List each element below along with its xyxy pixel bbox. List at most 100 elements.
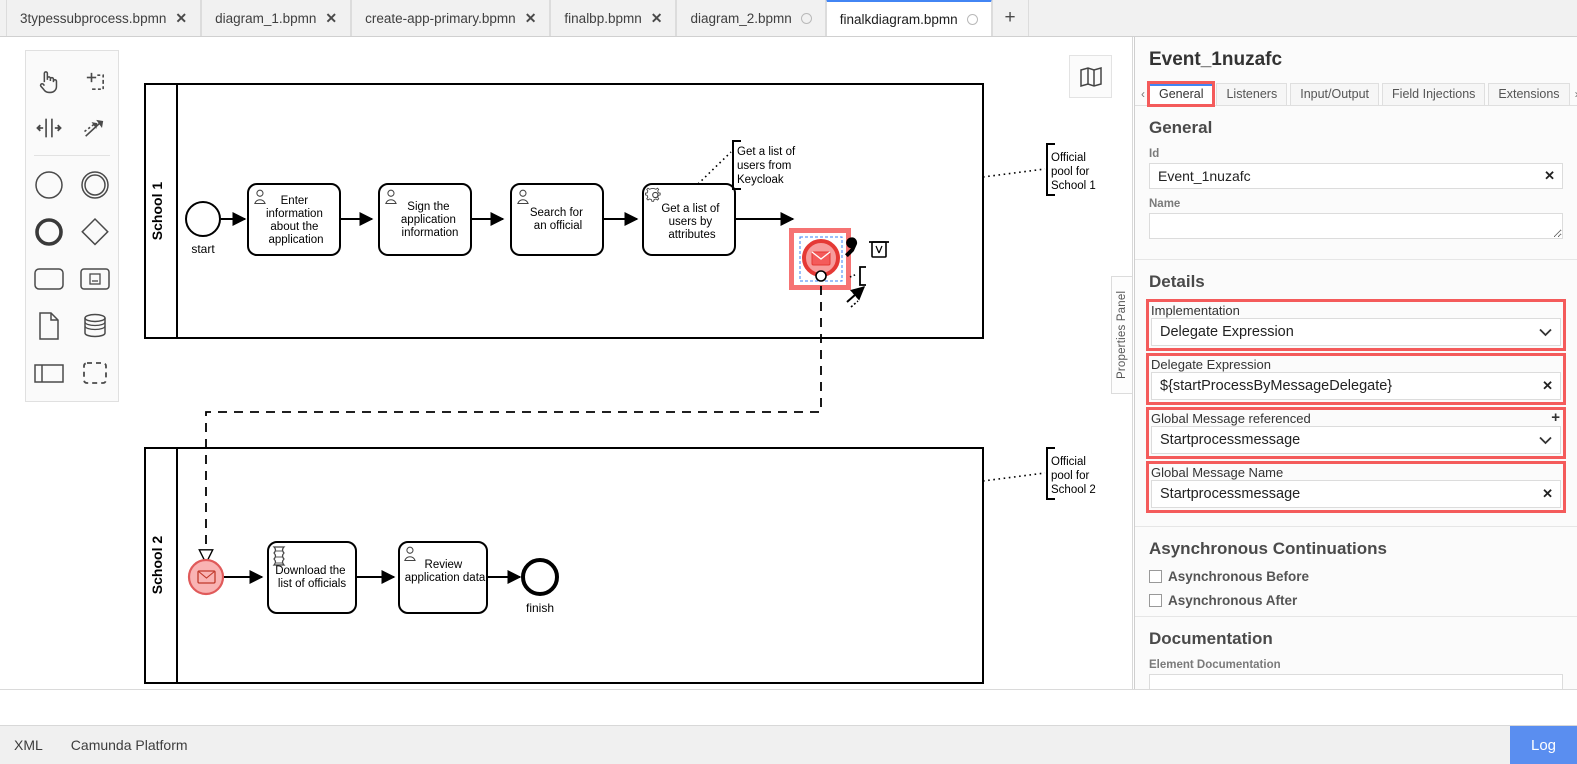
section-async-continuations: Asynchronous Continuations Asynchronous … [1135,527,1577,617]
bpmn-canvas[interactable]: School 1 start Enter information about t… [0,37,1133,689]
editor-tab-5-active[interactable]: finalkdiagram.bpmn [826,0,992,36]
async-before-checkbox[interactable] [1149,570,1162,583]
task-search-official: Search for an official [511,184,603,255]
async-after-row[interactable]: Asynchronous After [1149,593,1563,608]
editor-tab-1[interactable]: diagram_1.bpmn ✕ [201,0,351,36]
svg-text:Get a list of users: Get a list of users from Keycloak [737,146,798,186]
xml-tab-button[interactable]: XML [0,726,57,764]
task-review-application-data: Review application data [399,542,487,613]
field-global-message-ref-label: Global Message referenced [1151,411,1311,426]
subprocess-collapsed-icon[interactable] [72,255,118,302]
field-name-label: Name [1149,198,1563,210]
tab-field-injections[interactable]: Field Injections [1382,83,1485,105]
svg-text:Official pool for: Official pool for School 1 [1051,152,1096,192]
task-sign-application: Sign the application information [379,184,471,255]
text-annotation-icon [850,267,866,285]
svg-text:School 1: School 1 [149,182,165,241]
tabs-prev-icon[interactable]: ‹ [1139,87,1149,105]
svg-text:start: start [191,242,215,256]
group-icon[interactable] [72,349,118,396]
svg-text:School 2: School 2 [149,536,165,595]
field-name: Name [1149,198,1563,242]
svg-text:finish: finish [526,601,554,615]
id-input[interactable] [1149,163,1563,189]
editor-tab-3[interactable]: finalbp.bpmn ✕ [550,0,676,36]
editor-tab-4[interactable]: diagram_2.bpmn [676,0,825,36]
editor-tab-0[interactable]: 3typessubprocess.bpmn ✕ [6,0,201,36]
section-async-heading: Asynchronous Continuations [1149,539,1563,559]
editor-tab-label: create-app-primary.bpmn [365,11,516,26]
field-delegate-expression-highlight: Delegate Expression ✕ [1149,356,1563,402]
camunda-platform-button[interactable]: Camunda Platform [57,726,202,764]
unsaved-dot-icon[interactable] [801,13,812,24]
section-details: Details Implementation Delegate Expressi… [1135,260,1577,527]
tab-input-output[interactable]: Input/Output [1290,83,1379,105]
page-title: Event_1nuzafc [1135,37,1577,79]
intermediate-event-icon[interactable] [72,161,118,208]
task-icon[interactable] [26,255,72,302]
data-store-icon[interactable] [72,302,118,349]
space-tool-icon[interactable] [26,104,72,151]
bottom-spacer [0,689,1577,725]
global-message-name-input[interactable] [1151,480,1561,508]
name-input[interactable] [1149,213,1563,239]
field-global-message-ref-highlight: Global Message referenced + Startprocess… [1149,410,1563,456]
implementation-select[interactable]: Delegate Expression [1151,318,1561,346]
field-element-documentation: Element Documentation [1149,659,1563,689]
global-message-ref-select[interactable]: Startprocessmessage [1151,426,1561,454]
context-pad [845,237,889,307]
tab-listeners[interactable]: Listeners [1216,83,1287,105]
properties-panel-toggle[interactable]: Properties Panel [1111,276,1132,394]
close-icon[interactable]: ✕ [651,11,663,25]
async-after-checkbox[interactable] [1149,594,1162,607]
properties-panel: Event_1nuzafc ‹ General Listeners Input/… [1134,37,1577,689]
lasso-tool-icon[interactable] [72,57,118,104]
bpmn-modeler-window: 3typessubprocess.bpmn ✕ diagram_1.bpmn ✕… [0,0,1577,764]
tab-general[interactable]: General [1149,83,1213,105]
new-tab-button[interactable]: + [992,0,1029,36]
editor-tab-label: finalkdiagram.bpmn [840,12,958,27]
svg-text:Search for an offici: Search for an official [530,207,586,232]
svg-text:Get a list of users: Get a list of users by attributes [661,203,722,241]
data-object-icon[interactable] [26,302,72,349]
field-implementation-label: Implementation [1151,303,1240,318]
participant-icon[interactable] [26,349,72,396]
tab-extensions[interactable]: Extensions [1488,83,1569,105]
message-start-event-school2 [189,560,223,594]
clear-id-icon[interactable]: ✕ [1544,167,1555,185]
field-implementation-highlight: Implementation Delegate Expression [1149,302,1563,348]
add-global-message-button[interactable]: + [1551,411,1560,424]
field-id-label: Id [1149,148,1563,160]
editor-tab-2[interactable]: create-app-primary.bpmn ✕ [351,0,550,36]
start-event-school1: start [186,202,220,256]
bpmn-palette[interactable] [25,50,119,402]
hand-tool-icon[interactable] [26,57,72,104]
start-event-icon[interactable] [26,161,72,208]
clear-delegate-expression-icon[interactable]: ✕ [1542,377,1553,395]
task-enter-information: Enter information about the application [248,184,340,255]
close-icon[interactable]: ✕ [175,11,187,25]
global-connect-tool-icon[interactable] [72,104,118,151]
unsaved-dot-icon[interactable] [967,14,978,25]
end-event-icon[interactable] [26,208,72,255]
properties-body: General Id ✕ Name Details Implementation [1135,105,1577,689]
async-before-row[interactable]: Asynchronous Before [1149,569,1563,584]
close-icon[interactable]: ✕ [325,11,337,25]
properties-panel-toggle-label: Properties Panel [1112,277,1132,393]
close-icon[interactable]: ✕ [525,11,537,25]
task-get-users-by-attributes: Get a list of users by attributes [643,184,735,255]
svg-text:Download the list of: Download the list of officials [275,565,349,590]
end-event-finish: finish [523,560,557,615]
gateway-icon[interactable] [72,208,118,255]
delegate-expression-input[interactable] [1151,372,1561,400]
properties-tab-strip: ‹ General Listeners Input/Output Field I… [1135,79,1577,105]
section-details-heading: Details [1149,272,1563,292]
minimap-icon[interactable] [1069,55,1112,98]
field-id: Id ✕ [1149,148,1563,189]
tabs-next-icon[interactable]: › [1573,87,1577,105]
log-button[interactable]: Log [1510,726,1577,764]
service-task-icon [645,188,660,201]
clear-global-message-name-icon[interactable]: ✕ [1542,485,1553,503]
element-documentation-input[interactable] [1149,674,1563,689]
annotation-official-pool-school-1: Official pool for School 1 [983,144,1096,195]
